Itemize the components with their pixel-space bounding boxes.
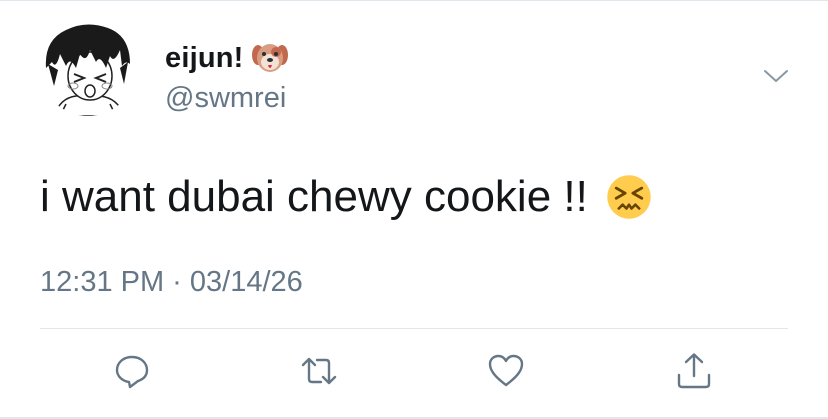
divider [40,328,788,329]
reply-icon [115,355,149,389]
like-button[interactable] [486,351,526,391]
timestamp[interactable]: 12:31 PM · 03/14/26 [40,266,303,299]
confounded-face-emoji [606,174,652,220]
chevron-down-icon[interactable] [762,66,790,86]
display-name[interactable]: eijun! [165,42,244,75]
user-handle[interactable]: @swmrei [165,82,286,115]
avatar-image [40,20,136,116]
reply-button[interactable] [112,351,152,391]
share-button[interactable] [674,351,714,391]
dog-face-emoji [251,40,288,76]
tweet-text: i want dubai chewy cookie !! [40,172,588,221]
retweet-button[interactable] [299,351,339,391]
tweet-card: eijun! @swmrei i want dubai chewy cookie… [0,0,828,419]
retweet-icon [301,357,337,385]
avatar[interactable] [40,20,136,116]
tweet-text-row: i want dubai chewy cookie !! [40,167,652,227]
heart-icon [488,354,524,387]
display-name-row: eijun! [165,40,288,76]
share-icon [677,353,711,389]
